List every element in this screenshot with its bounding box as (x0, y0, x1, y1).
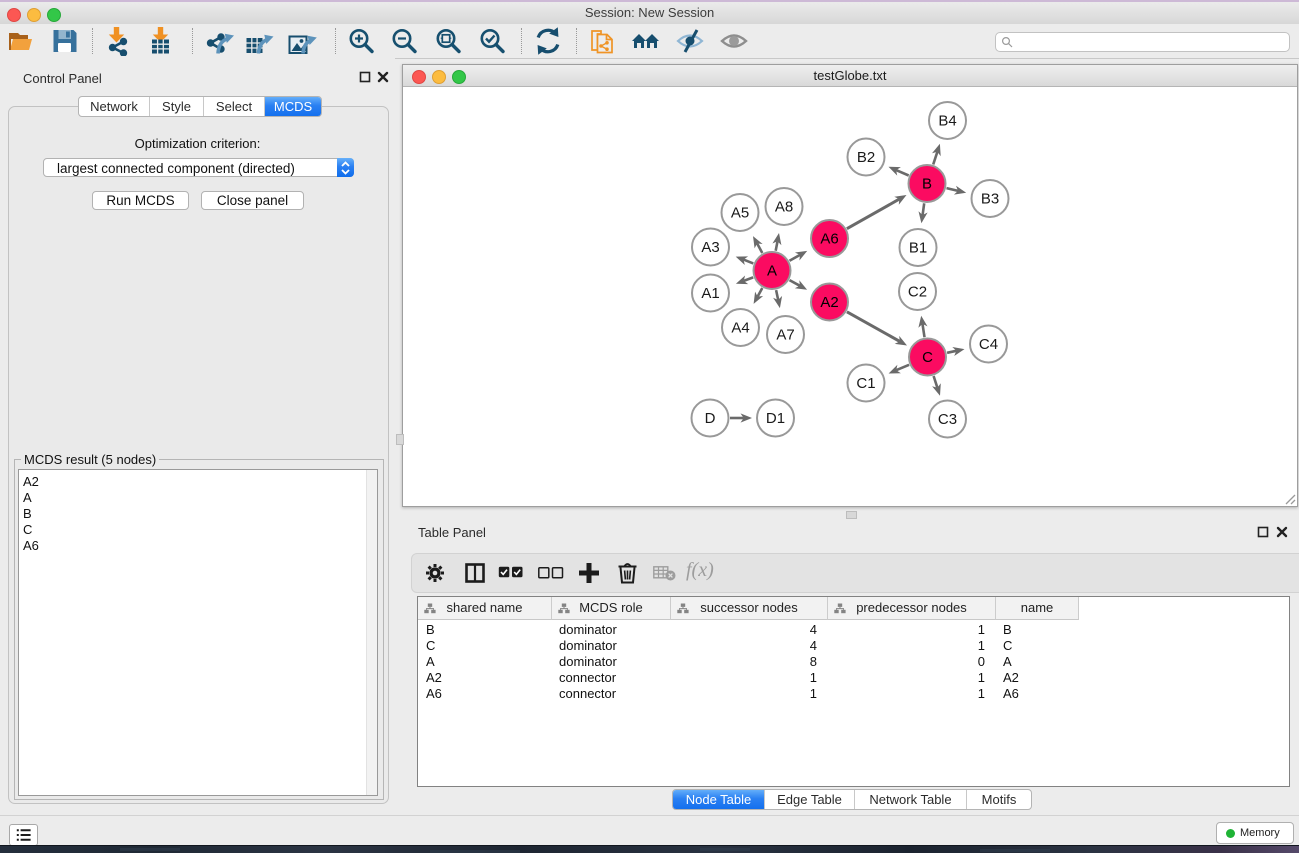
svg-text:B4: B4 (938, 113, 956, 130)
svg-text:C3: C3 (938, 411, 957, 428)
svg-text:A1: A1 (701, 285, 719, 302)
svg-text:A7: A7 (776, 327, 794, 344)
svg-text:A2: A2 (820, 294, 838, 311)
svg-text:A6: A6 (820, 231, 838, 248)
svg-text:A4: A4 (731, 320, 749, 337)
svg-text:C4: C4 (979, 336, 998, 353)
svg-text:B3: B3 (981, 191, 999, 208)
svg-text:A5: A5 (731, 205, 749, 222)
svg-text:C: C (922, 349, 933, 366)
svg-text:A8: A8 (775, 199, 793, 216)
svg-text:C1: C1 (856, 375, 875, 392)
svg-text:B2: B2 (857, 149, 875, 166)
svg-text:B1: B1 (909, 240, 927, 257)
svg-text:C2: C2 (908, 284, 927, 301)
svg-text:D: D (705, 410, 716, 427)
svg-text:B: B (922, 176, 932, 193)
svg-text:A3: A3 (701, 239, 719, 256)
svg-text:A: A (767, 263, 777, 280)
svg-text:D1: D1 (766, 410, 785, 427)
